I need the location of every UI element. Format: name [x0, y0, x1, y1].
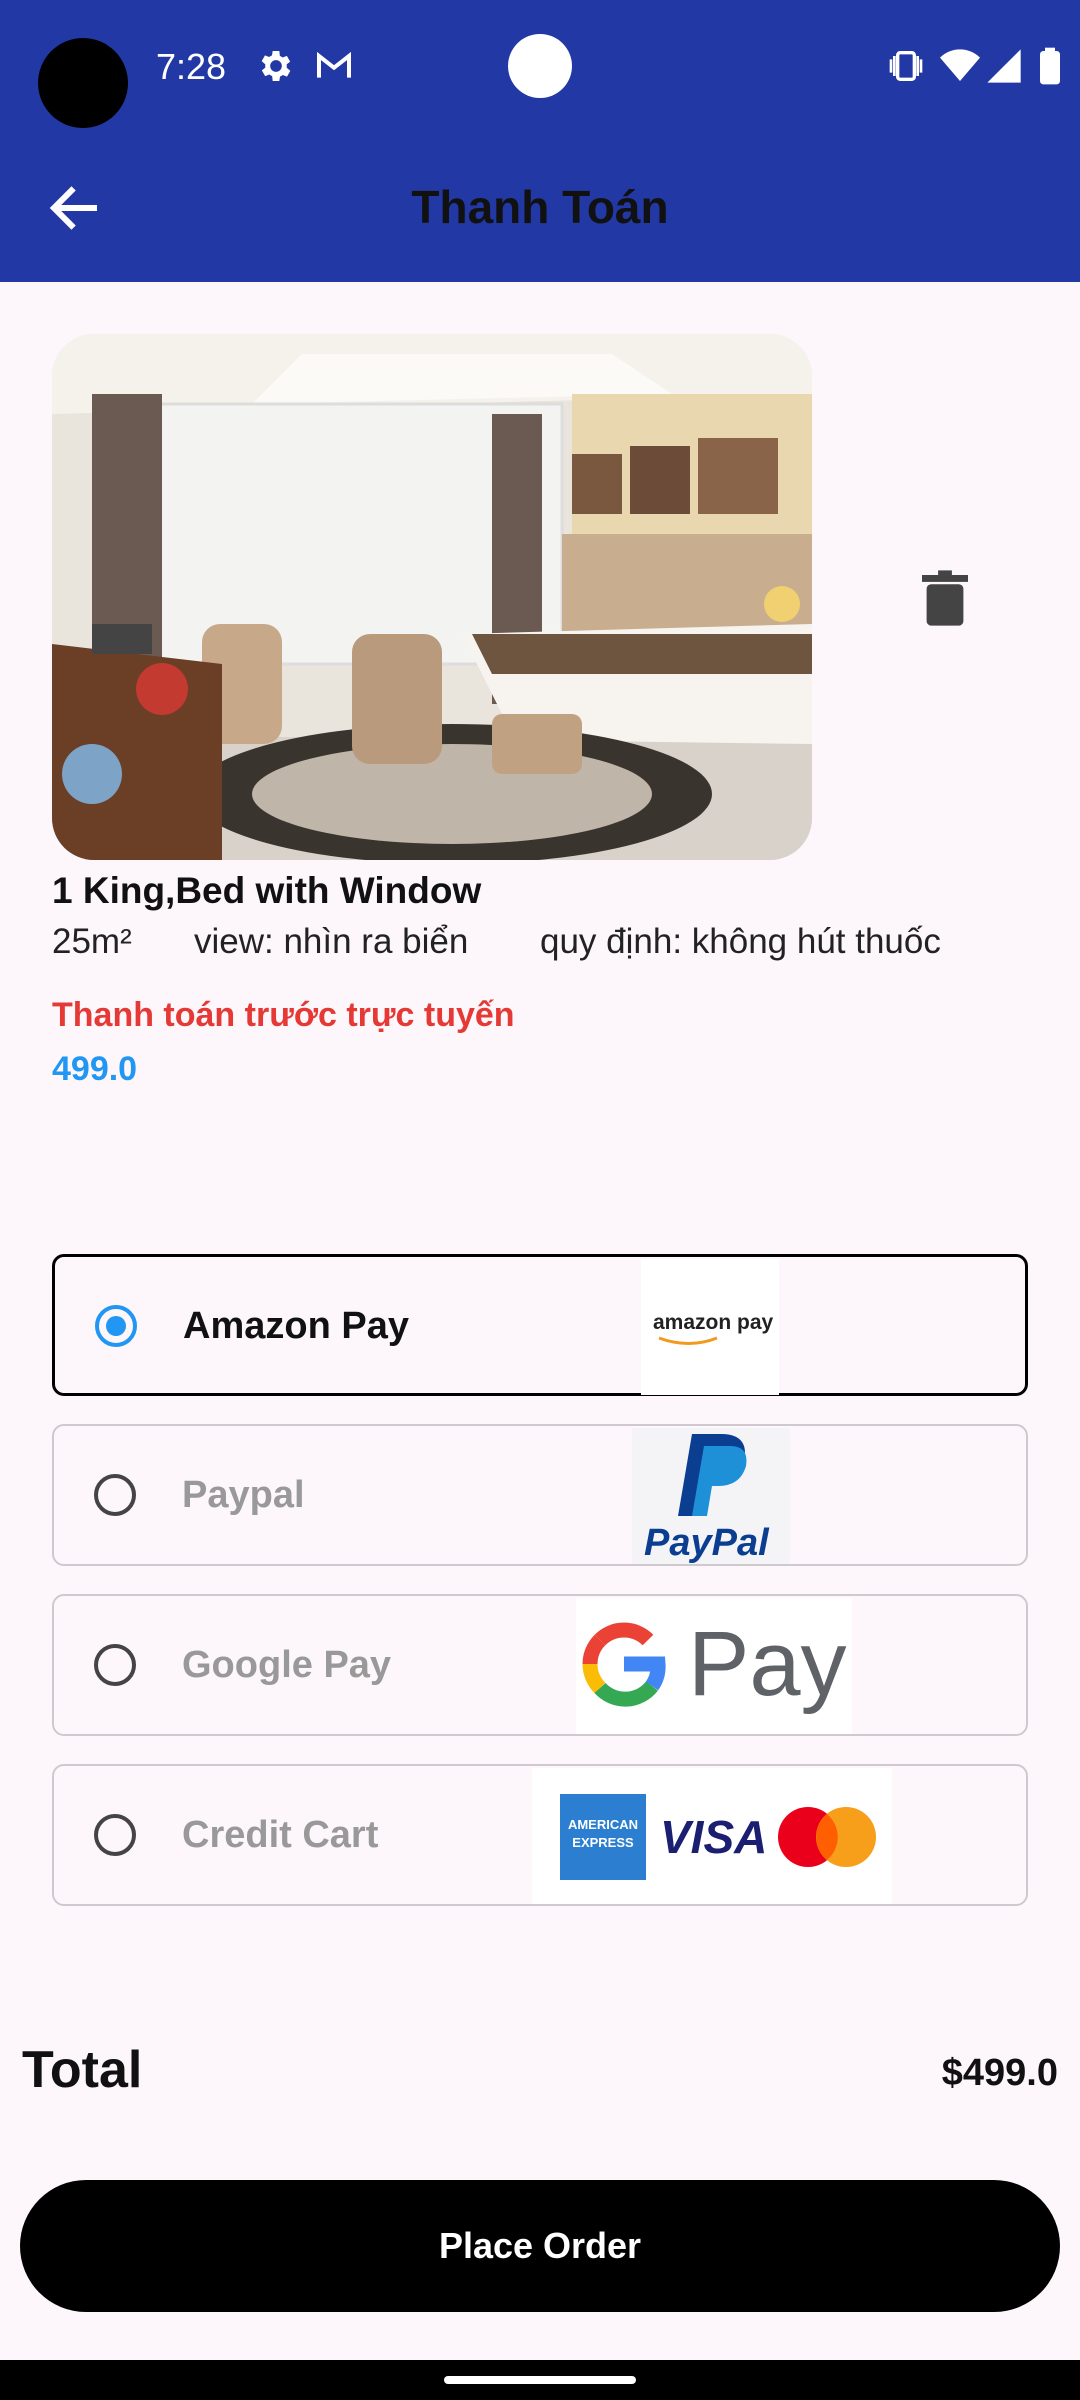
radio-selected-icon[interactable]: [95, 1305, 137, 1347]
room-view: view: nhìn ra biển: [194, 922, 469, 961]
place-order-button[interactable]: Place Order: [20, 2180, 1060, 2312]
paypal-logo: PayPal: [632, 1428, 790, 1564]
payment-option-label: Credit Cart: [182, 1814, 379, 1856]
google-pay-logo-text: Pay: [688, 1613, 847, 1715]
payment-amount: 499.0: [52, 1050, 138, 1088]
radio-unselected-icon[interactable]: [94, 1814, 136, 1856]
total-value: $499.0: [941, 2052, 1058, 2094]
camera-cutout: [38, 38, 128, 128]
front-camera: [508, 34, 572, 98]
payment-option-label: Paypal: [182, 1474, 305, 1516]
payment-option-paypal[interactable]: Paypal PayPal: [52, 1424, 1028, 1566]
vibrate-icon: [889, 51, 923, 81]
payment-option-credit-card[interactable]: Credit Cart AMERICAN EXPRESS VISA: [52, 1764, 1028, 1906]
room-rule: quy định: không hút thuốc: [540, 922, 941, 961]
payment-label: Thanh toán trước trực tuyến: [52, 996, 515, 1034]
credit-card-logos: AMERICAN EXPRESS VISA: [532, 1768, 892, 1904]
settings-icon: [261, 51, 291, 81]
amazon-pay-logo: amazon pay: [641, 1259, 779, 1395]
mastercard-logo: [778, 1807, 876, 1867]
room-photo: [52, 334, 812, 860]
trash-icon[interactable]: [922, 570, 968, 626]
gmail-icon: [317, 51, 351, 78]
paypal-logo-text: PayPal: [644, 1522, 769, 1564]
status-time: 7:28: [156, 46, 227, 87]
payment-option-amazon-pay[interactable]: Amazon Pay amazon pay: [52, 1254, 1028, 1396]
payment-option-label: Amazon Pay: [183, 1305, 409, 1347]
home-handle[interactable]: [444, 2376, 636, 2384]
payment-option-label: Google Pay: [182, 1644, 392, 1686]
amex-logo: AMERICAN EXPRESS: [560, 1794, 646, 1880]
room-area: 25m²: [52, 922, 132, 961]
wifi-icon: [940, 49, 980, 81]
radio-unselected-icon[interactable]: [94, 1474, 136, 1516]
amazon-pay-logo-text: amazon pay: [653, 1311, 774, 1334]
radio-unselected-icon[interactable]: [94, 1644, 136, 1686]
room-card: 1 King,Bed with Window 25m² view: nhìn r…: [52, 334, 1028, 984]
page-title: Thanh Toán: [411, 181, 669, 233]
payment-option-google-pay[interactable]: Google Pay Pay: [52, 1594, 1028, 1736]
signal-icon: [987, 49, 1021, 83]
total-label: Total: [22, 2041, 143, 2099]
visa-logo: VISA: [660, 1811, 768, 1863]
battery-icon: [1040, 47, 1060, 85]
app-bar: 7:28 Thanh Toán: [0, 0, 1080, 282]
google-pay-logo: Pay: [576, 1598, 852, 1734]
room-name: 1 King,Bed with Window: [52, 870, 482, 911]
